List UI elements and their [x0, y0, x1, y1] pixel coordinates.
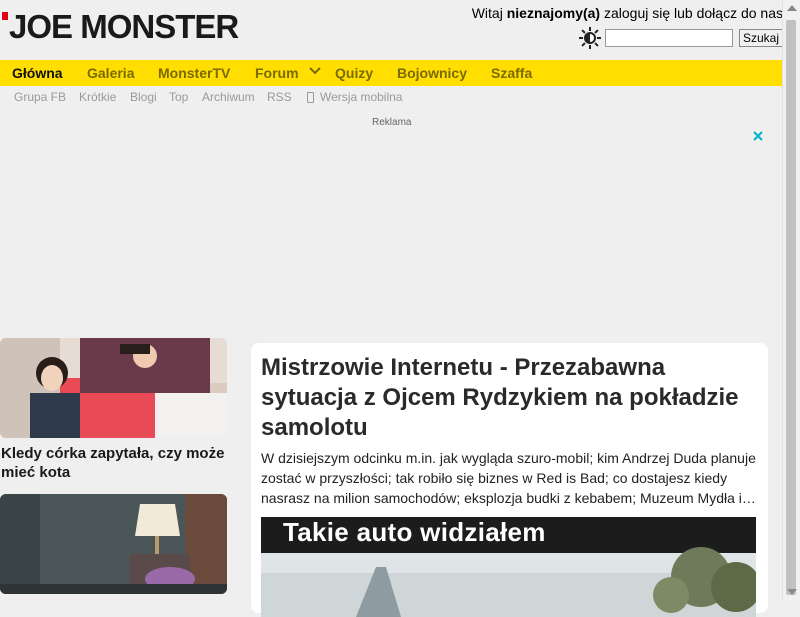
- login-link[interactable]: zaloguj się lub dołącz do nas: [604, 5, 783, 21]
- search-input[interactable]: [604, 29, 733, 47]
- theme-toggle-icon[interactable]: [578, 27, 601, 49]
- sidebar-card-caption[interactable]: Kledy córka zapytała, czy może mieć kota: [1, 444, 226, 482]
- search-button[interactable]: Szukaj: [738, 29, 783, 47]
- subnav-item-krotkie[interactable]: Krótkie: [79, 90, 116, 104]
- subnav-item-grupa-fb[interactable]: Grupa FB: [14, 90, 66, 104]
- page: JOE MONSTER Witaj nieznajomy(a) zaloguj …: [0, 0, 783, 617]
- user-greeting: Witaj nieznajomy(a) zaloguj się lub dołą…: [472, 5, 783, 21]
- article-image-caption: Takie auto widziałem: [283, 517, 546, 547]
- nav-item-glowna[interactable]: Główna: [12, 60, 63, 86]
- subnav-item-wersja-mobilna[interactable]: Wersja mobilna: [320, 90, 402, 104]
- chevron-down-icon[interactable]: [308, 64, 322, 78]
- close-icon[interactable]: [750, 128, 766, 144]
- sidebar-card-thumbnail[interactable]: [0, 338, 227, 438]
- room-lamp-photo: [0, 494, 227, 594]
- nav-item-forum[interactable]: Forum: [255, 60, 299, 86]
- user-name: nieznajomy(a): [506, 5, 601, 21]
- sidebar-card-thumbnail[interactable]: [0, 494, 227, 594]
- article-title[interactable]: Mistrzowie Internetu - Przezabawna sytua…: [261, 353, 761, 443]
- nav-item-quizy[interactable]: Quizy: [335, 60, 373, 86]
- kid-with-cat-photo: [0, 338, 227, 438]
- subnav-item-blogi[interactable]: Blogi: [130, 90, 157, 104]
- logo-text: JOE MONSTER: [9, 8, 239, 45]
- ad-label: Reklama: [372, 117, 412, 128]
- article-excerpt: W dzisiejszym odcinku m.in. jak wygląda …: [261, 450, 756, 506]
- main-nav: Główna Galeria MonsterTV Forum Quizy Boj…: [0, 60, 783, 86]
- subnav-item-archiwum[interactable]: Archiwum: [202, 90, 255, 104]
- scrollbar-thumb[interactable]: [786, 20, 796, 595]
- nav-item-monstertv[interactable]: MonsterTV: [158, 60, 230, 86]
- nav-item-bojownicy[interactable]: Bojownicy: [397, 60, 467, 86]
- mobile-phone-icon: [307, 92, 314, 103]
- article-image[interactable]: Takie auto widziałem: [261, 517, 756, 617]
- scroll-up-icon[interactable]: [787, 5, 797, 11]
- search-bar: Szukaj: [578, 27, 783, 49]
- scroll-down-icon[interactable]: [787, 589, 797, 595]
- site-logo[interactable]: JOE MONSTER: [2, 8, 239, 46]
- nav-item-galeria[interactable]: Galeria: [87, 60, 134, 86]
- logo-accent-mark: [2, 12, 8, 20]
- nav-item-szaffa[interactable]: Szaffa: [491, 60, 532, 86]
- page-scrollbar[interactable]: [782, 0, 800, 600]
- greeting-prefix: Witaj: [471, 5, 503, 21]
- featured-article[interactable]: Mistrzowie Internetu - Przezabawna sytua…: [251, 343, 768, 617]
- subnav-item-rss[interactable]: RSS: [267, 90, 292, 104]
- subnav-item-top[interactable]: Top: [169, 90, 188, 104]
